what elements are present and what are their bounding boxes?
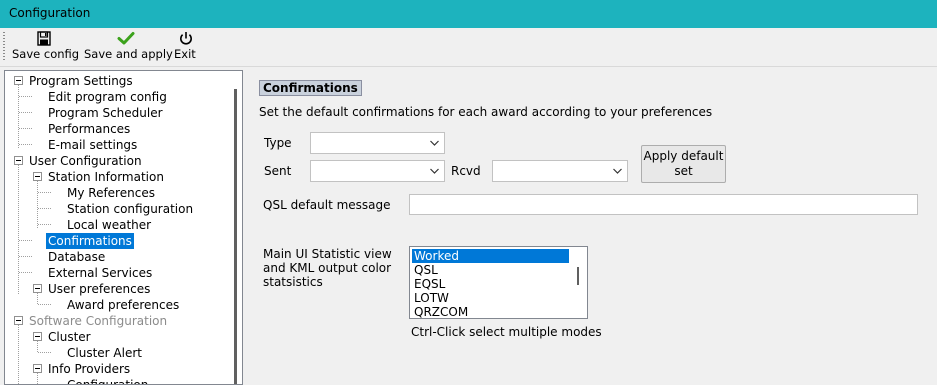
checkmark-icon	[117, 32, 135, 45]
tree-item-user-configuration[interactable]: User Configuration	[29, 153, 142, 169]
tree-scrollbar-thumb[interactable]	[234, 89, 237, 384]
section-description: Set the default confirmations for each a…	[259, 105, 713, 119]
tree-item-confirmations[interactable]: Confirmations	[46, 233, 134, 249]
tree-line	[19, 256, 32, 257]
tree-item-configuration[interactable]: Configuration	[67, 377, 148, 384]
qsl-default-message-input[interactable]	[409, 194, 918, 215]
rcvd-label: Rcvd	[451, 164, 481, 178]
tree-line	[38, 192, 51, 193]
tree-item-software-configuration[interactable]: Software Configuration	[29, 313, 167, 329]
statistic-view-label-line1: Main UI Statistic view	[263, 247, 392, 261]
rcvd-dropdown[interactable]	[492, 160, 628, 182]
chevron-down-icon	[430, 168, 439, 174]
tree-line	[37, 341, 38, 352]
apply-default-label-line1: Apply default	[643, 149, 724, 163]
statistic-view-label: Main UI Statistic view and KML output co…	[263, 247, 392, 289]
type-dropdown[interactable]	[310, 132, 445, 154]
mode-item-worked[interactable]: Worked	[412, 249, 569, 263]
tree-item-external-services[interactable]: External Services	[48, 265, 152, 281]
chevron-down-icon	[613, 168, 622, 174]
tree-line	[37, 181, 38, 228]
tree-scrollbar[interactable]	[230, 71, 242, 384]
mode-item-qsl[interactable]: QSL	[412, 263, 569, 277]
tree-line	[18, 85, 19, 148]
statistic-view-label-line3: statsistics	[263, 275, 323, 289]
tree-item-my-references[interactable]: My References	[67, 185, 155, 201]
toolbar-grip[interactable]	[3, 32, 5, 60]
apply-default-label-line2: set	[674, 164, 693, 178]
tree-line	[19, 240, 32, 241]
mode-item-eqsl[interactable]: EQSL	[412, 277, 569, 291]
tree-line	[19, 112, 32, 113]
tree-line	[37, 293, 38, 304]
modes-scrollbar-thumb[interactable]	[577, 267, 579, 285]
tree-item-cluster-alert[interactable]: Cluster Alert	[67, 345, 142, 361]
exit-button[interactable]: Exit	[174, 30, 198, 64]
exit-label: Exit	[174, 47, 196, 61]
collapse-icon[interactable]	[14, 76, 23, 85]
window-title: Configuration	[9, 6, 91, 20]
tree-item-email-settings[interactable]: E-mail settings	[48, 137, 137, 153]
tree-item-database[interactable]: Database	[48, 249, 105, 265]
tree-line	[19, 128, 32, 129]
collapse-icon[interactable]	[33, 364, 42, 373]
mode-item-qrzcom[interactable]: QRZCOM	[412, 305, 569, 318]
save-and-apply-label: Save and apply	[84, 47, 173, 61]
modes-scrollbar[interactable]	[570, 247, 587, 318]
tree-item-station-configuration[interactable]: Station configuration	[67, 201, 193, 217]
modes-listbox[interactable]: Worked QSL EQSL LOTW QRZCOM	[409, 246, 588, 319]
collapse-icon[interactable]	[33, 172, 42, 181]
tree-line	[38, 208, 51, 209]
qsl-default-message-label: QSL default message	[263, 198, 391, 212]
tree-line	[19, 272, 32, 273]
floppy-disk-icon	[37, 31, 51, 46]
toolbar: Save config Save and apply Exit	[0, 28, 937, 66]
collapse-icon[interactable]	[33, 284, 42, 293]
collapse-icon[interactable]	[14, 156, 23, 165]
tree-item-performances[interactable]: Performances	[48, 121, 130, 137]
power-icon	[180, 32, 192, 45]
collapse-icon[interactable]	[14, 316, 23, 325]
tree-line	[38, 352, 51, 353]
multi-select-hint: Ctrl-Click select multiple modes	[411, 325, 602, 339]
title-bar: Configuration	[0, 0, 937, 28]
statistic-view-label-line2: and KML output color	[263, 261, 392, 275]
tree-item-program-scheduler[interactable]: Program Scheduler	[48, 105, 163, 121]
tree-item-program-settings[interactable]: Program Settings	[29, 73, 133, 89]
tree-line	[18, 165, 19, 294]
tree-line	[38, 304, 51, 305]
tree-item-award-preferences[interactable]: Award preferences	[67, 297, 179, 313]
apply-default-set-button[interactable]: Apply default set	[641, 145, 726, 183]
tree-item-edit-program-config[interactable]: Edit program config	[48, 89, 167, 105]
chevron-down-icon	[430, 140, 439, 146]
section-heading: Confirmations	[259, 80, 362, 96]
settings-tree[interactable]: Program Settings Edit program config Pro…	[4, 70, 243, 385]
tree-line	[19, 96, 32, 97]
tree-line	[19, 144, 32, 145]
tree-line	[18, 325, 19, 384]
tree-line	[38, 224, 51, 225]
tree-item-info-providers[interactable]: Info Providers	[48, 361, 130, 377]
tree-item-cluster[interactable]: Cluster	[48, 329, 91, 345]
collapse-icon[interactable]	[33, 332, 42, 341]
save-config-label: Save config	[12, 47, 80, 61]
sent-dropdown[interactable]	[310, 160, 445, 182]
tree-item-user-preferences[interactable]: User preferences	[48, 281, 150, 297]
tree-item-station-information[interactable]: Station Information	[48, 169, 164, 185]
mode-item-lotw[interactable]: LOTW	[412, 291, 569, 305]
tree-item-local-weather[interactable]: Local weather	[67, 217, 151, 233]
save-config-button[interactable]: Save config	[12, 30, 80, 64]
type-label: Type	[264, 136, 292, 150]
sent-label: Sent	[264, 164, 292, 178]
save-and-apply-button[interactable]: Save and apply	[84, 30, 173, 64]
